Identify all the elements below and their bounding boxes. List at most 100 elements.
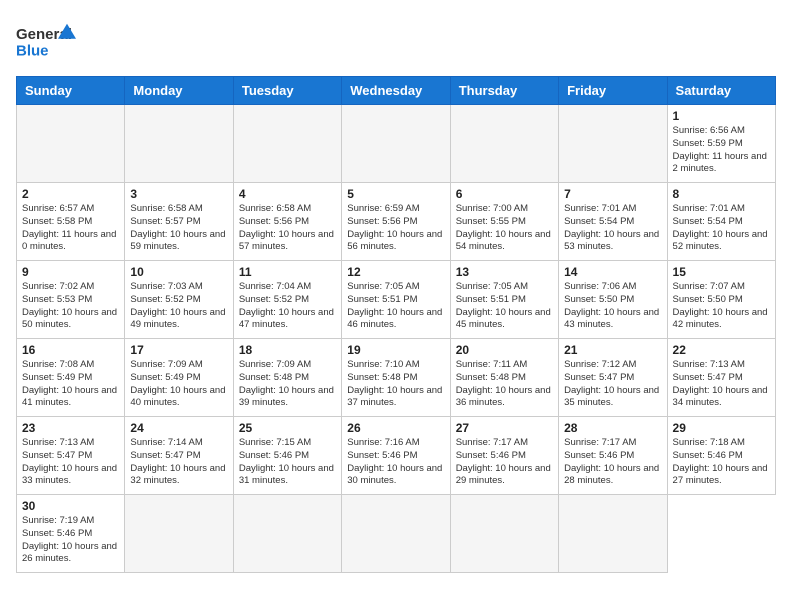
weekday-header-row: SundayMondayTuesdayWednesdayThursdayFrid… xyxy=(17,77,776,105)
day-number: 5 xyxy=(347,187,444,201)
calendar-cell: 21Sunrise: 7:12 AMSunset: 5:47 PMDayligh… xyxy=(559,339,667,417)
day-number: 2 xyxy=(22,187,119,201)
day-number: 15 xyxy=(673,265,770,279)
day-info: Sunrise: 7:16 AMSunset: 5:46 PMDaylight:… xyxy=(347,437,444,488)
weekday-header-wednesday: Wednesday xyxy=(342,77,450,105)
calendar-cell: 12 Sunrise: 7:05 AMSunset: 5:51 PMDayligh… xyxy=(342,261,450,339)
calendar-cell: 17 Sunrise: 7:09 AMSunset: 5:49 PMDayligh… xyxy=(125,339,233,417)
logo-icon: General Blue xyxy=(16,16,76,66)
calendar-cell: 24 Sunrise: 7:14 AMSunset: 5:47 PMDayligh… xyxy=(125,417,233,495)
day-info: Sunrise: 7:05 AMSunset: 5:51 PMDaylight:… xyxy=(456,281,553,332)
calendar-cell: 26 Sunrise: 7:16 AMSunset: 5:46 PMDayligh… xyxy=(342,417,450,495)
calendar-cell: 6 Sunrise: 7:00 AMSunset: 5:55 PMDaylight… xyxy=(450,183,558,261)
calendar-cell: 15Sunrise: 7:07 AMSunset: 5:50 PMDayligh… xyxy=(667,261,775,339)
day-number: 26 xyxy=(347,421,444,435)
day-number: 29 xyxy=(673,421,770,435)
day-number: 22 xyxy=(673,343,770,357)
day-number: 11 xyxy=(239,265,336,279)
day-info: Sunrise: 7:13 AMSunset: 5:47 PMDaylight:… xyxy=(22,437,119,488)
calendar-row: 23 Sunrise: 7:13 AMSunset: 5:47 PMDayligh… xyxy=(17,417,776,495)
calendar-cell xyxy=(342,495,450,573)
calendar-cell: 1 Sunrise: 6:56 AMSunset: 5:59 PMDaylight… xyxy=(667,105,775,183)
day-info: Sunrise: 7:00 AMSunset: 5:55 PMDaylight:… xyxy=(456,203,553,254)
day-number: 16 xyxy=(22,343,119,357)
calendar-cell: 29Sunrise: 7:18 AMSunset: 5:46 PMDayligh… xyxy=(667,417,775,495)
calendar-cell: 14Sunrise: 7:06 AMSunset: 5:50 PMDayligh… xyxy=(559,261,667,339)
calendar-row: 1 Sunrise: 6:56 AMSunset: 5:59 PMDaylight… xyxy=(17,105,776,183)
day-number: 4 xyxy=(239,187,336,201)
day-info: Sunrise: 6:58 AMSunset: 5:56 PMDaylight:… xyxy=(239,203,336,254)
day-number: 3 xyxy=(130,187,227,201)
day-number: 17 xyxy=(130,343,227,357)
calendar-row: 16 Sunrise: 7:08 AMSunset: 5:49 PMDayligh… xyxy=(17,339,776,417)
calendar-cell: 13Sunrise: 7:05 AMSunset: 5:51 PMDayligh… xyxy=(450,261,558,339)
day-info: Sunrise: 7:04 AMSunset: 5:52 PMDaylight:… xyxy=(239,281,336,332)
day-info: Sunrise: 7:17 AMSunset: 5:46 PMDaylight:… xyxy=(564,437,661,488)
calendar-cell xyxy=(125,495,233,573)
day-number: 1 xyxy=(673,109,770,123)
calendar-table: SundayMondayTuesdayWednesdayThursdayFrid… xyxy=(16,76,776,573)
calendar-cell: 28Sunrise: 7:17 AMSunset: 5:46 PMDayligh… xyxy=(559,417,667,495)
calendar-cell: 5Sunrise: 6:59 AMSunset: 5:56 PMDaylight… xyxy=(342,183,450,261)
weekday-header-saturday: Saturday xyxy=(667,77,775,105)
day-number: 23 xyxy=(22,421,119,435)
day-info: Sunrise: 7:01 AMSunset: 5:54 PMDaylight:… xyxy=(673,203,770,254)
calendar-cell: 3 Sunrise: 6:58 AMSunset: 5:57 PMDaylight… xyxy=(125,183,233,261)
day-info: Sunrise: 7:19 AMSunset: 5:46 PMDaylight:… xyxy=(22,515,119,566)
weekday-header-sunday: Sunday xyxy=(17,77,125,105)
day-number: 8 xyxy=(673,187,770,201)
day-info: Sunrise: 7:15 AMSunset: 5:46 PMDaylight:… xyxy=(239,437,336,488)
calendar-row: 2 Sunrise: 6:57 AMSunset: 5:58 PMDaylight… xyxy=(17,183,776,261)
day-number: 27 xyxy=(456,421,553,435)
day-number: 10 xyxy=(130,265,227,279)
day-info: Sunrise: 6:57 AMSunset: 5:58 PMDaylight:… xyxy=(22,203,119,254)
day-number: 30 xyxy=(22,499,119,513)
calendar-row: 9Sunrise: 7:02 AMSunset: 5:53 PMDaylight… xyxy=(17,261,776,339)
day-number: 6 xyxy=(456,187,553,201)
day-info: Sunrise: 6:56 AMSunset: 5:59 PMDaylight:… xyxy=(673,125,770,176)
calendar-cell xyxy=(559,105,667,183)
day-info: Sunrise: 7:01 AMSunset: 5:54 PMDaylight:… xyxy=(564,203,661,254)
calendar-cell: 25Sunrise: 7:15 AMSunset: 5:46 PMDayligh… xyxy=(233,417,341,495)
calendar-cell: 7 Sunrise: 7:01 AMSunset: 5:54 PMDaylight… xyxy=(559,183,667,261)
day-number: 24 xyxy=(130,421,227,435)
calendar-body: 1 Sunrise: 6:56 AMSunset: 5:59 PMDaylight… xyxy=(17,105,776,573)
calendar-cell: 27 Sunrise: 7:17 AMSunset: 5:46 PMDayligh… xyxy=(450,417,558,495)
day-number: 20 xyxy=(456,343,553,357)
calendar-cell: 4 Sunrise: 6:58 AMSunset: 5:56 PMDaylight… xyxy=(233,183,341,261)
calendar-cell: 19Sunrise: 7:10 AMSunset: 5:48 PMDayligh… xyxy=(342,339,450,417)
svg-text:Blue: Blue xyxy=(16,42,49,59)
logo: General Blue xyxy=(16,16,80,66)
day-info: Sunrise: 6:58 AMSunset: 5:57 PMDaylight:… xyxy=(130,203,227,254)
calendar-cell xyxy=(17,105,125,183)
day-number: 12 xyxy=(347,265,444,279)
day-info: Sunrise: 7:03 AMSunset: 5:52 PMDaylight:… xyxy=(130,281,227,332)
calendar-cell xyxy=(233,495,341,573)
calendar-cell: 8 Sunrise: 7:01 AMSunset: 5:54 PMDaylight… xyxy=(667,183,775,261)
day-number: 19 xyxy=(347,343,444,357)
calendar-cell: 18 Sunrise: 7:09 AMSunset: 5:48 PMDayligh… xyxy=(233,339,341,417)
day-number: 18 xyxy=(239,343,336,357)
day-info: Sunrise: 7:17 AMSunset: 5:46 PMDaylight:… xyxy=(456,437,553,488)
calendar-row: 30 Sunrise: 7:19 AMSunset: 5:46 PMDayligh… xyxy=(17,495,776,573)
weekday-header-friday: Friday xyxy=(559,77,667,105)
day-info: Sunrise: 7:09 AMSunset: 5:49 PMDaylight:… xyxy=(130,359,227,410)
day-number: 21 xyxy=(564,343,661,357)
calendar-cell: 11 Sunrise: 7:04 AMSunset: 5:52 PMDayligh… xyxy=(233,261,341,339)
day-info: Sunrise: 7:08 AMSunset: 5:49 PMDaylight:… xyxy=(22,359,119,410)
day-info: Sunrise: 7:05 AMSunset: 5:51 PMDaylight:… xyxy=(347,281,444,332)
page: General Blue SundayMondayTuesdayWednesda… xyxy=(0,0,792,589)
calendar-cell: 23 Sunrise: 7:13 AMSunset: 5:47 PMDayligh… xyxy=(17,417,125,495)
calendar-cell: 30 Sunrise: 7:19 AMSunset: 5:46 PMDayligh… xyxy=(17,495,125,573)
day-number: 14 xyxy=(564,265,661,279)
day-info: Sunrise: 7:14 AMSunset: 5:47 PMDaylight:… xyxy=(130,437,227,488)
calendar-cell xyxy=(125,105,233,183)
day-number: 9 xyxy=(22,265,119,279)
calendar-cell xyxy=(342,105,450,183)
calendar-cell: 2 Sunrise: 6:57 AMSunset: 5:58 PMDaylight… xyxy=(17,183,125,261)
calendar-cell: 10 Sunrise: 7:03 AMSunset: 5:52 PMDayligh… xyxy=(125,261,233,339)
day-number: 7 xyxy=(564,187,661,201)
calendar-cell: 9Sunrise: 7:02 AMSunset: 5:53 PMDaylight… xyxy=(17,261,125,339)
calendar-cell xyxy=(233,105,341,183)
day-info: Sunrise: 7:09 AMSunset: 5:48 PMDaylight:… xyxy=(239,359,336,410)
